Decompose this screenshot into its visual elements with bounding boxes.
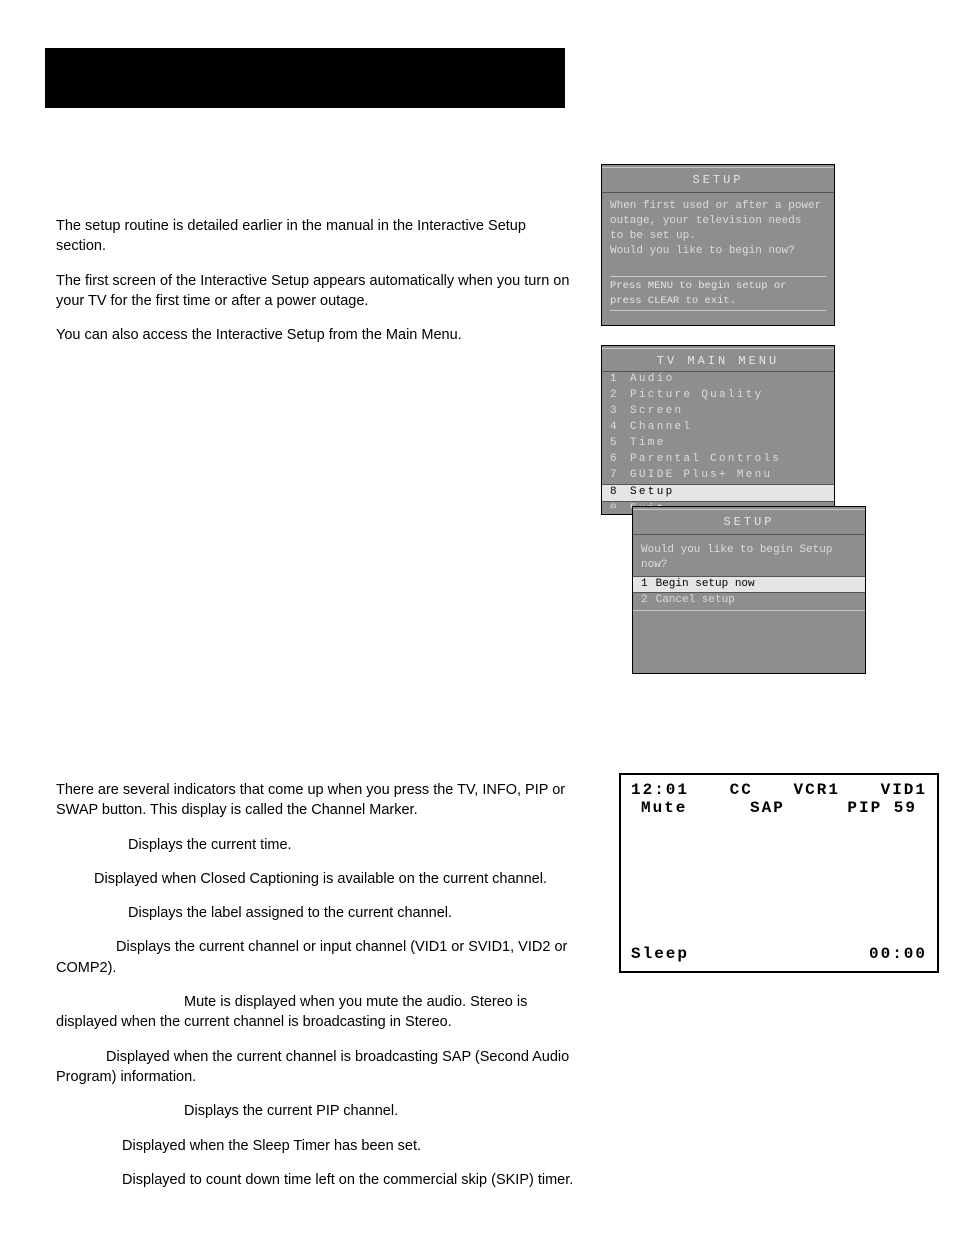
setup-prompt-line: now? [641,558,857,573]
setup-msg-line: Would you like to begin now? [610,244,826,259]
marker-countdown: 00:00 [869,945,927,963]
marker-sap: SAP [750,799,785,817]
menu-item-screen[interactable]: 3Screen [602,404,834,420]
intro-para-1: The setup routine is detailed earlier in… [56,216,576,257]
setup-instruction-line: press CLEAR to exit. [610,294,826,308]
channel-marker-display: 12:01 CC VCR1 VID1 Mute SAP PIP 59 Sleep… [619,773,939,973]
menu-item-parental-controls[interactable]: 6Parental Controls [602,452,834,468]
marker-sleep: Sleep [631,945,689,963]
desc-time: Displays the current time. [56,835,576,855]
menu-item-channel[interactable]: 4Channel [602,420,834,436]
marker-mute: Mute [641,799,687,817]
setup-msg-line: When first used or after a power [610,199,826,214]
channel-marker-text: There are several indicators that come u… [56,780,576,1204]
setup-msg-line: to be set up. [610,229,826,244]
setup-instruction-line: Press MENU to begin setup or [610,279,826,293]
desc-cc: Displayed when Closed Captioning is avai… [56,869,576,889]
marker-vid: VID1 [881,781,927,799]
desc-label: Displays the label assigned to the curre… [56,903,576,923]
osd-setup-title: SETUP [602,170,834,190]
page-header-banner [45,48,565,108]
menu-item-guide-plus[interactable]: 7GUIDE Plus+ Menu [602,468,834,484]
menu-item-audio[interactable]: 1Audio [602,372,834,388]
setup-msg-line: outage, your television needs [610,214,826,229]
desc-mute-stereo: Mute is displayed when you mute the audi… [56,992,576,1033]
desc-sap: Displayed when the current channel is br… [56,1047,576,1088]
desc-skip: Displayed to count down time left on the… [56,1170,576,1190]
setup-option-cancel[interactable]: 2Cancel setup [633,593,865,608]
marker-time: 12:01 [631,781,689,799]
setup-prompt-line: Would you like to begin Setup [641,543,857,558]
marker-pip: PIP 59 [847,799,917,817]
setup-option-begin[interactable]: 1Begin setup now [633,577,865,592]
intro-para-3: You can also access the Interactive Setu… [56,325,576,345]
setup-confirm-title: SETUP [633,512,865,532]
intro-para-2: The first screen of the Interactive Setu… [56,271,576,312]
channel-intro: There are several indicators that come u… [56,780,576,821]
desc-channel: Displays the current channel or input ch… [56,937,576,978]
marker-cc: CC [730,781,753,799]
main-menu-title: TV MAIN MENU [602,351,834,371]
setup-intro-text: The setup routine is detailed earlier in… [56,216,576,359]
menu-item-picture-quality[interactable]: 2Picture Quality [602,388,834,404]
osd-tv-main-menu: TV MAIN MENU 1Audio 2Picture Quality 3Sc… [601,345,835,515]
marker-vcr: VCR1 [794,781,840,799]
menu-item-setup[interactable]: 8Setup [602,485,834,501]
menu-item-time[interactable]: 5Time [602,436,834,452]
desc-pip: Displays the current PIP channel. [56,1101,576,1121]
desc-sleep: Displayed when the Sleep Timer has been … [56,1136,576,1156]
osd-setup-confirm: SETUP Would you like to begin Setup now?… [632,506,866,674]
osd-setup-initial: SETUP When first used or after a power o… [601,164,835,326]
